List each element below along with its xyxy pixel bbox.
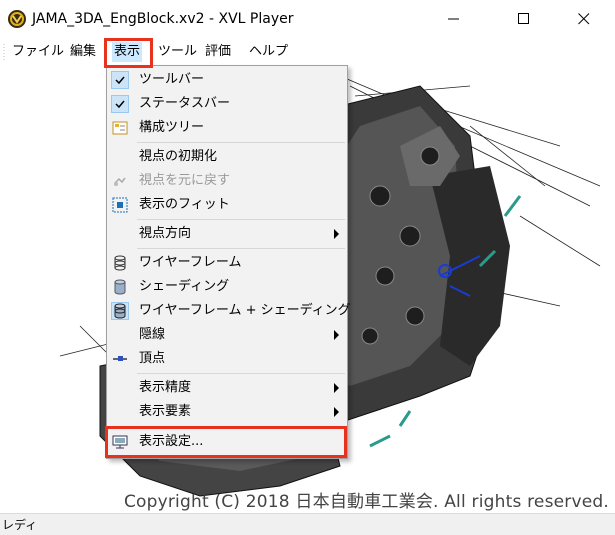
highlight-display-settings: [105, 426, 347, 458]
menu-file[interactable]: ファイル: [10, 42, 66, 62]
menubar-grip-icon: [3, 44, 5, 60]
menu-item-wireframe[interactable]: ワイヤーフレーム: [107, 251, 347, 275]
menu-edit[interactable]: 編集: [68, 42, 98, 62]
menu-item-hidden-line[interactable]: 隠線: [107, 323, 347, 347]
menu-item-label: 表示のフィット: [139, 197, 230, 212]
menu-separator: [137, 219, 345, 220]
menu-item-toolbar[interactable]: ツールバー: [107, 68, 347, 92]
menu-item-label: ワイヤーフレーム + シェーディング: [139, 303, 351, 318]
menu-separator: [137, 248, 345, 249]
menu-help[interactable]: ヘルプ: [247, 42, 290, 62]
app-logo-icon: [8, 10, 26, 28]
submenu-arrow-icon: [334, 407, 339, 417]
menu-tools[interactable]: ツール: [156, 42, 199, 62]
minimize-button[interactable]: [431, 0, 477, 38]
menu-item-structure-tree[interactable]: 構成ツリー: [107, 116, 347, 140]
menu-item-label: 表示要素: [139, 404, 192, 419]
undo-view-icon: [111, 172, 129, 190]
menu-item-vertex[interactable]: 頂点: [107, 347, 347, 371]
menu-item-label: 頂点: [139, 351, 166, 366]
copyright-text: Copyright (C) 2018 日本自動車工業会. All rights …: [123, 492, 609, 512]
menu-bar: ファイル 編集 表示 ツール 評価 ヘルプ: [0, 38, 615, 67]
menu-item-label: シェーディング: [139, 279, 230, 294]
highlight-view-menu: [104, 38, 153, 68]
menu-item-wireframe-shading[interactable]: ワイヤーフレーム + シェーディング: [107, 299, 351, 323]
menu-item-label: ツールバー: [139, 72, 205, 87]
window-title: JAMA_3DA_EngBlock.xv2 - XVL Player: [32, 11, 294, 27]
menu-item-reset-view[interactable]: 視点の初期化: [107, 145, 347, 169]
minimize-icon: [448, 18, 459, 20]
menu-item-label: 構成ツリー: [139, 120, 205, 135]
menu-item-label: ステータスバー: [139, 96, 231, 111]
menu-item-display-precision[interactable]: 表示精度: [107, 376, 347, 400]
check-icon: [111, 95, 129, 113]
maximize-button[interactable]: [501, 0, 547, 38]
menu-item-view-direction[interactable]: 視点方向: [107, 222, 347, 246]
maximize-icon: [518, 13, 529, 24]
menu-separator: [137, 142, 345, 143]
menu-item-label: 視点を元に戻す: [139, 173, 231, 188]
menu-separator: [137, 373, 345, 374]
status-bar: レディ: [0, 513, 615, 535]
menu-item-label: 視点の初期化: [139, 149, 218, 164]
wireframe-icon: [111, 254, 129, 272]
menu-item-statusbar[interactable]: ステータスバー: [107, 92, 347, 116]
menu-item-display-elements[interactable]: 表示要素: [107, 400, 347, 424]
shading-icon: [111, 278, 129, 296]
close-icon: [578, 13, 590, 25]
submenu-arrow-icon: [334, 330, 339, 340]
fit-icon: [111, 196, 129, 214]
menu-evaluate[interactable]: 評価: [203, 42, 233, 62]
status-text: レディ: [2, 518, 38, 532]
menu-item-shading[interactable]: シェーディング: [107, 275, 347, 299]
title-bar: JAMA_3DA_EngBlock.xv2 - XVL Player: [0, 0, 615, 38]
menu-item-label: ワイヤーフレーム: [139, 255, 242, 270]
menu-item-label: 隠線: [139, 327, 166, 342]
submenu-arrow-icon: [334, 383, 339, 393]
menu-item-undo-view[interactable]: 視点を元に戻す: [107, 169, 347, 193]
menu-item-label: 表示精度: [139, 380, 192, 395]
check-icon: [111, 71, 129, 89]
menu-item-fit-view[interactable]: 表示のフィット: [107, 193, 347, 217]
menu-item-label: 視点方向: [139, 226, 192, 241]
view-dropdown-menu: ツールバー ステータスバー 構成ツリー 視点の初期化 視点を元に戻す 表示のフィ…: [106, 65, 351, 459]
wireframe-shading-icon: [111, 302, 129, 320]
close-button[interactable]: [561, 0, 607, 38]
tree-icon: [111, 119, 129, 137]
vertex-icon: [111, 350, 129, 368]
submenu-arrow-icon: [334, 229, 339, 239]
